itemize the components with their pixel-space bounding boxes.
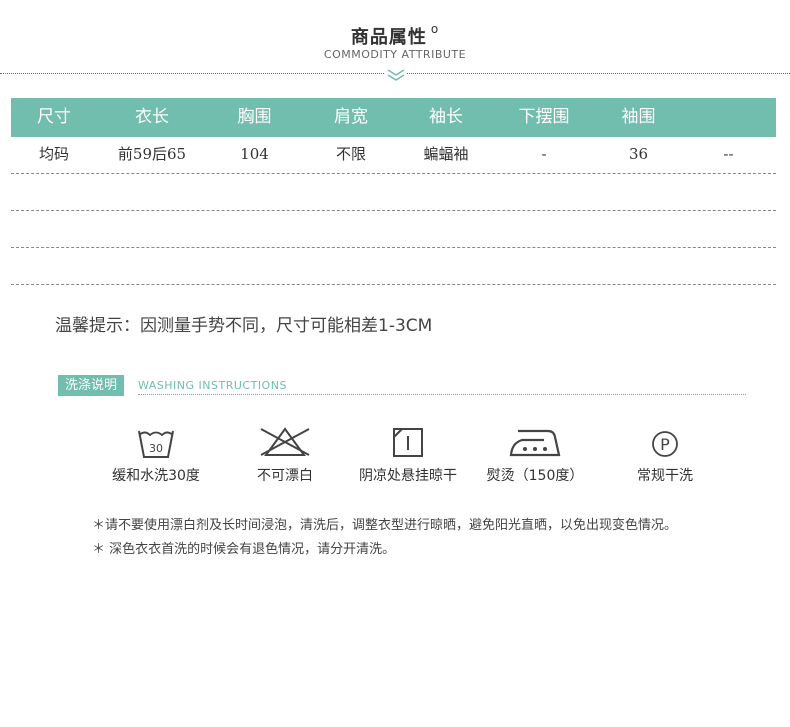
column-header-shoulder: 肩宽: [334, 107, 368, 127]
column-header-bust: 胸围: [237, 107, 272, 127]
table-cell: [596, 211, 681, 247]
washing-title-en: WASHING INSTRUCTIONS: [138, 379, 287, 392]
column-header-sleeve: 袖长: [429, 107, 463, 127]
table-cell: [207, 248, 302, 284]
table-cell: [207, 174, 302, 210]
table-cell: [302, 211, 400, 247]
column-header-length: 衣长: [135, 107, 169, 127]
care-item-wash: 30 缓和水洗30度: [81, 425, 231, 485]
care-label: 缓和水洗30度: [112, 468, 200, 484]
dry-clean-symbol: P: [660, 435, 670, 454]
table-cell: [400, 248, 492, 284]
column-header-hem: 下摆围: [518, 107, 570, 127]
column-header-size: 尺寸: [37, 107, 71, 127]
table-cell: [302, 174, 400, 210]
table-cell: -: [541, 145, 547, 163]
table-cell: [97, 211, 207, 247]
table-cell: 104: [240, 145, 269, 163]
double-chevron-down-icon: [385, 68, 407, 82]
care-notes: ＊请不要使用漂白剂及长时间浸泡，清洗后，调整衣型进行晾晒，避免阳光直晒，以免出现…: [92, 514, 677, 562]
care-label: 常规干洗: [637, 468, 693, 484]
table-cell: [681, 174, 776, 210]
dry-clean-icon: P: [652, 431, 678, 457]
table-cell: [11, 248, 97, 284]
washing-divider: [138, 394, 746, 395]
table-cell: [681, 248, 776, 284]
table-row: [11, 248, 776, 285]
title-mark: o: [430, 22, 440, 36]
table-cell: 均码: [38, 145, 69, 163]
wash-30-icon: 30: [138, 430, 174, 458]
table-cell: [400, 174, 492, 210]
section-title-text: 商品属性: [350, 27, 427, 48]
care-note: ＊ 深色衣衣首洗的时候会有退色情况，请分开清洗。: [92, 542, 396, 557]
table-row: 均码 前59后65 104 不限 蝙蝠袖 - 36 --: [11, 137, 776, 174]
wash-temp-label: 30: [149, 442, 163, 455]
table-cell: 36: [628, 145, 649, 163]
table-row: [11, 211, 776, 248]
iron-icon: [509, 429, 561, 457]
care-icons: 30 缓和水洗30度 不可漂白 阴凉处悬挂晾干 熨烫（150度） P 常规干洗: [0, 425, 790, 495]
table-cell: [492, 174, 596, 210]
column-header-cuff: 袖围: [621, 107, 656, 127]
care-note: ＊请不要使用漂白剂及长时间浸泡，清洗后，调整衣型进行晾晒，避免阳光直晒，以免出现…: [92, 518, 678, 533]
section-subtitle: COMMODITY ATTRIBUTE: [323, 48, 467, 61]
measurement-tip: 温馨提示：因测量手势不同，尺寸可能相差1-3CM: [55, 316, 433, 336]
table-cell: [596, 174, 681, 210]
table-cell: [681, 211, 776, 247]
table-cell: [207, 211, 302, 247]
care-item-iron: 熨烫（150度）: [460, 425, 610, 485]
table-cell: [11, 174, 97, 210]
washing-instructions-header: 洗涤说明 WASHING INSTRUCTIONS: [58, 375, 746, 397]
table-cell: [492, 211, 596, 247]
table-cell: 前59后65: [117, 145, 187, 163]
table-cell: [97, 174, 207, 210]
section-title: 商品属性 o: [0, 22, 790, 49]
no-bleach-icon: [260, 427, 310, 456]
hang-dry-shade-icon: [393, 428, 423, 457]
table-cell: [400, 211, 492, 247]
commodity-attribute-header: 商品属性 o COMMODITY ATTRIBUTE: [0, 0, 790, 90]
washing-badge: 洗涤说明: [58, 375, 125, 396]
size-table: 尺寸 衣长 胸围 肩宽 袖长 下摆围 袖围 均码 前59后65 104 不限 蝙…: [11, 98, 776, 285]
table-cell: [492, 248, 596, 284]
table-cell: [596, 248, 681, 284]
table-cell: [11, 211, 97, 247]
table-cell: 蝙蝠袖: [423, 145, 469, 163]
table-row: [11, 174, 776, 211]
size-table-header: 尺寸 衣长 胸围 肩宽 袖长 下摆围 袖围: [11, 98, 776, 137]
table-cell: [302, 248, 400, 284]
care-item-dry-clean: P 常规干洗: [590, 425, 740, 485]
table-cell: [97, 248, 207, 284]
care-label: 熨烫（150度）: [486, 468, 584, 484]
column-header-extra: [681, 98, 776, 137]
table-cell: --: [723, 145, 734, 163]
table-cell: 不限: [335, 145, 366, 163]
